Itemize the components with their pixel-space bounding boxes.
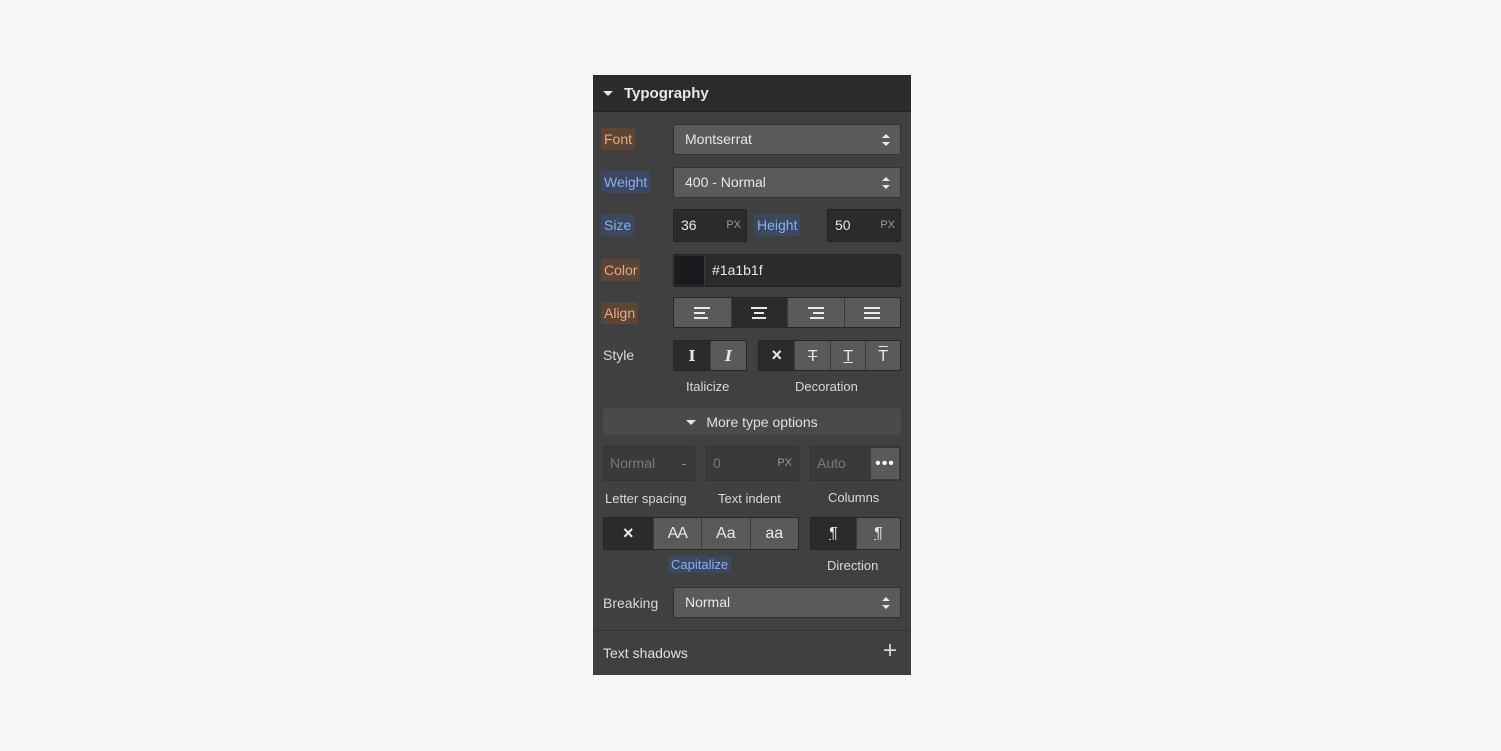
- text-indent-caption: Text indent: [718, 491, 781, 506]
- pilcrow-ltr-icon: ¶: [829, 524, 838, 542]
- size-label: Size: [601, 214, 635, 236]
- close-x-icon: ×: [622, 523, 634, 543]
- no-decoration-button[interactable]: ×: [759, 341, 795, 370]
- size-input[interactable]: 36 PX: [673, 209, 747, 242]
- text-indent-input[interactable]: 0 PX: [706, 446, 799, 481]
- add-plus-icon[interactable]: +: [883, 639, 897, 663]
- letter-spacing-caption: Letter spacing: [605, 491, 687, 506]
- italic-style-button[interactable]: I: [709, 341, 746, 370]
- italic-segmented-control: I I: [673, 340, 747, 371]
- regular-i-icon: I: [688, 346, 696, 365]
- select-arrows-icon: [882, 134, 890, 146]
- color-value: #1a1b1f: [712, 262, 763, 278]
- overline-icon: T: [878, 346, 888, 365]
- direction-caption: Direction: [827, 558, 879, 573]
- pilcrow-rtl-icon: ¶: [874, 524, 883, 542]
- uppercase-button[interactable]: AA: [652, 518, 701, 549]
- breaking-value: Normal: [685, 594, 731, 610]
- expand-caret-icon: [686, 419, 697, 425]
- lowercase-button[interactable]: aa: [749, 518, 798, 549]
- font-value: Montserrat: [685, 131, 752, 147]
- overline-button[interactable]: T: [865, 341, 900, 370]
- breaking-label: Breaking: [603, 595, 659, 611]
- lowercase-icon: aa: [765, 524, 784, 542]
- size-value: 36: [681, 217, 697, 233]
- height-value: 50: [835, 217, 851, 233]
- direction-ltr-button[interactable]: ¶: [811, 518, 856, 549]
- more-type-options-label: More type options: [706, 413, 818, 430]
- style-label: Style: [603, 347, 635, 363]
- align-center-icon: [751, 306, 768, 319]
- weight-select[interactable]: 400 - Normal: [673, 167, 901, 198]
- capitalize-segmented-control: × AA Aa aa: [603, 517, 799, 550]
- align-right-button[interactable]: [787, 298, 844, 327]
- decoration-segmented-control: × T T T: [758, 340, 901, 371]
- more-type-options-toggle[interactable]: More type options: [603, 408, 901, 435]
- align-center-button[interactable]: [730, 298, 787, 327]
- no-transform-button[interactable]: ×: [604, 518, 653, 549]
- text-shadows-label: Text shadows: [603, 645, 688, 661]
- breaking-select[interactable]: Normal: [673, 587, 901, 618]
- text-indent-unit[interactable]: PX: [777, 447, 792, 480]
- more-dots-icon[interactable]: •••: [871, 448, 899, 479]
- capitalize-icon: Aa: [715, 524, 736, 542]
- underline-icon: T: [843, 346, 853, 365]
- align-left-icon: [694, 306, 711, 319]
- height-label: Height: [754, 214, 801, 236]
- weight-label: Weight: [601, 171, 651, 193]
- text-indent-value: 0: [713, 455, 721, 471]
- text-shadows-section: Text shadows +: [593, 630, 911, 675]
- decoration-caption: Decoration: [795, 379, 858, 394]
- direction-rtl-button[interactable]: ¶: [855, 518, 900, 549]
- select-arrows-icon: [882, 597, 890, 609]
- align-right-icon: [807, 306, 824, 319]
- color-input[interactable]: #1a1b1f: [673, 254, 901, 287]
- italic-i-icon: I: [724, 346, 732, 365]
- height-unit[interactable]: PX: [880, 210, 895, 241]
- align-left-button[interactable]: [674, 298, 731, 327]
- font-select[interactable]: Montserrat: [673, 124, 901, 155]
- typography-section-header[interactable]: Typography: [593, 75, 911, 112]
- regular-style-button[interactable]: I: [674, 341, 710, 370]
- underline-button[interactable]: T: [829, 341, 866, 370]
- align-justify-button[interactable]: [843, 298, 900, 327]
- letter-spacing-input[interactable]: Normal -: [603, 446, 695, 481]
- align-justify-icon: [864, 306, 881, 319]
- italicize-caption: Italicize: [686, 379, 730, 394]
- columns-input[interactable]: Auto •••: [810, 446, 901, 481]
- font-label: Font: [601, 128, 636, 150]
- strikethrough-button[interactable]: T: [794, 341, 830, 370]
- align-label: Align: [601, 302, 639, 324]
- columns-value: Auto: [817, 455, 846, 471]
- letter-spacing-suffix: -: [681, 456, 686, 471]
- capitalize-button[interactable]: Aa: [701, 518, 750, 549]
- direction-segmented-control: ¶ ¶: [810, 517, 901, 550]
- columns-caption: Columns: [828, 490, 880, 505]
- align-segmented-control: [673, 297, 901, 328]
- select-arrows-icon: [882, 177, 890, 189]
- collapse-caret-icon[interactable]: [603, 91, 613, 96]
- color-swatch[interactable]: [675, 256, 705, 285]
- color-label: Color: [601, 259, 641, 281]
- section-title: Typography: [624, 84, 709, 102]
- strikethrough-icon: T: [808, 346, 818, 365]
- close-x-icon: ×: [771, 345, 782, 365]
- uppercase-icon: AA: [667, 524, 688, 542]
- height-input[interactable]: 50 PX: [827, 209, 901, 242]
- typography-panel: Typography Font Montserrat Weight 400 - …: [593, 75, 911, 675]
- size-unit[interactable]: PX: [726, 210, 741, 241]
- capitalize-caption: Capitalize: [668, 556, 732, 573]
- weight-value: 400 - Normal: [685, 174, 766, 190]
- letter-spacing-value: Normal: [610, 455, 656, 471]
